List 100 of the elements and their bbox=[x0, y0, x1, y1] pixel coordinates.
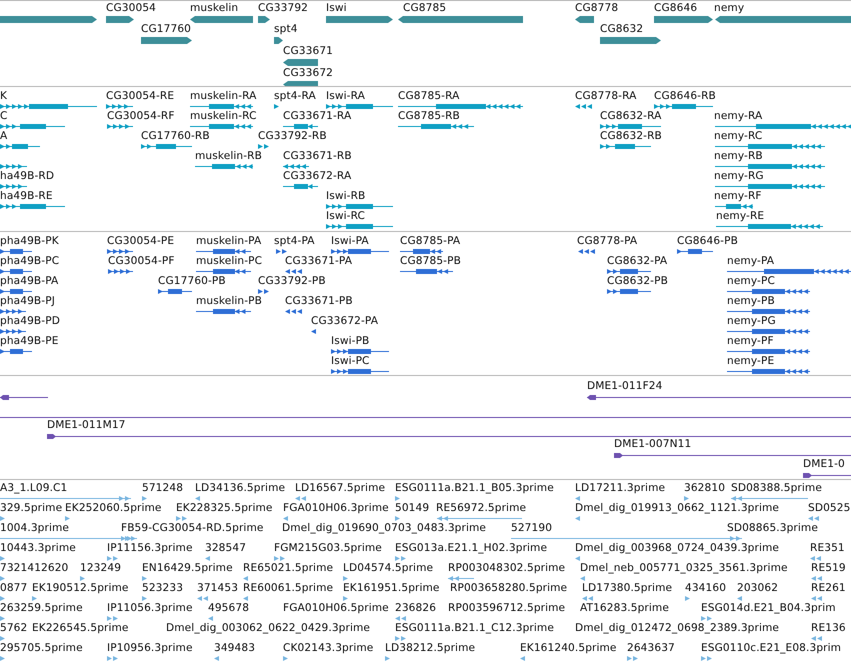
est-glyph bbox=[684, 495, 690, 502]
protein-label: CG33671-PA bbox=[285, 255, 352, 268]
transcript-glyph bbox=[326, 223, 393, 230]
protein-glyph bbox=[285, 268, 305, 275]
protein-glyph bbox=[607, 288, 651, 295]
transcript-label: muskelin-RB bbox=[195, 150, 262, 163]
gene-label: spt4 bbox=[274, 23, 298, 36]
gene-label: CG33672 bbox=[283, 67, 334, 80]
gene-glyph bbox=[190, 16, 253, 23]
protein-label: Iswi-PB bbox=[331, 335, 370, 348]
est-glyph bbox=[197, 595, 209, 602]
est-glyph bbox=[205, 555, 213, 562]
transcript-label: A bbox=[0, 130, 8, 143]
transcript-glyph bbox=[107, 123, 133, 130]
gene-glyph bbox=[600, 37, 661, 44]
transcript-label: CG8778-RA bbox=[575, 90, 636, 103]
est-glyph bbox=[580, 575, 586, 582]
protein-label: pha49B-PJ bbox=[0, 295, 55, 308]
protein-label: muskelin-PA bbox=[196, 235, 262, 248]
est-glyph bbox=[811, 575, 825, 582]
transcript-label: nemy-RC bbox=[714, 130, 762, 143]
est-label: LD17380.5prime bbox=[582, 582, 672, 595]
protein-glyph bbox=[0, 288, 32, 295]
est-label: FGA010H06.5prime bbox=[283, 602, 389, 615]
transcript-glyph bbox=[0, 203, 65, 210]
est-glyph bbox=[107, 555, 119, 562]
est-glyph bbox=[0, 635, 6, 642]
protein-label: nemy-PA bbox=[727, 255, 774, 268]
est-glyph bbox=[243, 575, 251, 582]
est-label: EK161240.5prime bbox=[520, 642, 617, 655]
protein-label: pha49B-PC bbox=[0, 255, 60, 268]
protein-label: spt4-PA bbox=[274, 235, 315, 248]
est-label: ESG0111a.B21.1_C12.3prime bbox=[395, 622, 554, 635]
est-label: LD16567.5prime bbox=[295, 482, 386, 495]
gene-label: CG8778 bbox=[575, 2, 618, 15]
transcript-label: nemy-RB bbox=[714, 150, 763, 163]
est-label: FB59-CG30054-RD.5prime bbox=[121, 522, 264, 535]
transcript-label: Iswi-RA bbox=[326, 90, 365, 103]
protein-label: nemy-PB bbox=[727, 295, 775, 308]
est-label: ESG0110c.E21_E08.3prim bbox=[701, 642, 842, 655]
transcript-label: CG8785-RB bbox=[398, 110, 460, 123]
protein-label: pha49B-PA bbox=[0, 275, 58, 288]
est-glyph bbox=[808, 515, 820, 522]
gene-label: Iswi bbox=[326, 2, 347, 15]
gene-label: CG8646 bbox=[654, 2, 698, 15]
est-label: EK228325.5prime bbox=[176, 502, 273, 515]
est-label: IP10956.3prime bbox=[107, 642, 193, 655]
est-label: 0877 bbox=[0, 582, 28, 595]
protein-label: pha49B-PK bbox=[0, 235, 59, 248]
protein-label: CG30054-PE bbox=[107, 235, 174, 248]
est-glyph bbox=[811, 595, 825, 602]
est-glyph bbox=[295, 495, 309, 502]
transcript-glyph bbox=[283, 163, 309, 170]
protein-label: CG8785-PB bbox=[400, 255, 461, 268]
est-glyph bbox=[582, 595, 596, 602]
est-label: LD17211.3prime bbox=[575, 482, 666, 495]
protein-label: Iswi-PA bbox=[331, 235, 369, 248]
est-glyph bbox=[810, 555, 824, 562]
transcript-label: Iswi-RB bbox=[326, 190, 366, 203]
est-glyph bbox=[701, 615, 713, 622]
protein-glyph bbox=[0, 248, 32, 255]
gene-label: CG8785 bbox=[403, 2, 446, 15]
est-label: 203062 bbox=[737, 582, 778, 595]
transcript-label: muskelin-RA bbox=[190, 90, 257, 103]
gene-label: CG17760 bbox=[141, 23, 192, 36]
transcript-label: Iswi-RC bbox=[326, 210, 366, 223]
est-label: AT16283.5prime bbox=[580, 602, 669, 615]
transcript-label: nemy-RA bbox=[714, 110, 762, 123]
protein-glyph bbox=[196, 308, 251, 315]
est-label: ESG014d.E21_B04.3prim bbox=[701, 602, 836, 615]
transcript-glyph bbox=[106, 103, 133, 110]
est-label: Dmel_neb_005771_0325_3561.3prime bbox=[580, 562, 788, 575]
est-label: SD08865.3prime bbox=[727, 522, 818, 535]
transcript-glyph bbox=[190, 103, 253, 110]
transcript-glyph bbox=[195, 163, 253, 170]
transcript-label: nemy-RE bbox=[716, 210, 764, 223]
protein-glyph bbox=[107, 248, 133, 255]
gene-label: CG30054 bbox=[106, 2, 156, 15]
transcript-label: CG8632-RB bbox=[600, 130, 662, 143]
clone-label: DME1-011F24 bbox=[587, 380, 662, 393]
est-glyph bbox=[395, 615, 409, 622]
transcript-label: CG33671-RA bbox=[283, 110, 352, 123]
est-label: 527190 bbox=[511, 522, 552, 535]
transcript-glyph bbox=[0, 123, 65, 130]
est-glyph bbox=[575, 555, 581, 562]
transcript-glyph bbox=[326, 203, 393, 210]
protein-label: CG33671-PB bbox=[285, 295, 353, 308]
transcript-glyph bbox=[0, 163, 27, 170]
est-label: 2643637 bbox=[627, 642, 675, 655]
est-glyph bbox=[142, 575, 148, 582]
est-glyph bbox=[448, 575, 474, 582]
est-label: ESG0111a.B21.1_B05.3prime bbox=[395, 482, 554, 495]
est-label: 523233 bbox=[142, 582, 184, 595]
protein-label: Iswi-PC bbox=[331, 355, 370, 368]
gene-glyph bbox=[326, 16, 393, 23]
est-label: Dmel_dig_019913_0662_1121.3prime bbox=[575, 502, 780, 515]
est-label: EN16429.5prime bbox=[142, 562, 233, 575]
est-label: 371453 bbox=[197, 582, 238, 595]
transcript-glyph bbox=[190, 123, 253, 130]
est-label: 349483 bbox=[214, 642, 256, 655]
